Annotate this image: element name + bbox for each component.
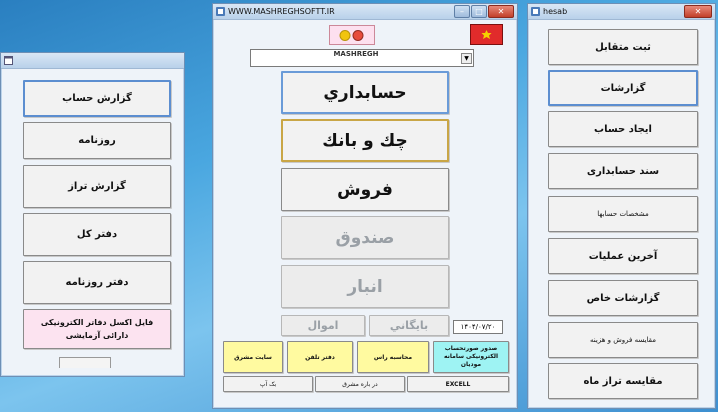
logo-dots	[329, 25, 375, 45]
reports-button[interactable]: گزارشات	[548, 70, 698, 106]
backup-button[interactable]: بک آپ	[223, 376, 313, 392]
flag-button[interactable]	[470, 24, 503, 45]
check-bank-button[interactable]: چك و بانك	[281, 119, 449, 162]
warehouse-button[interactable]: انبار	[281, 265, 449, 308]
monthly-balance-compare-button[interactable]: مقایسه تراز ماه	[548, 363, 698, 399]
mashregh-site-button[interactable]: سایت مشرق	[223, 341, 283, 373]
window-controls: – □ ✕	[454, 5, 514, 18]
right-window-titlebar: hesab ✕	[528, 4, 715, 20]
desktop: { "left_window": { "buttons": ["گزارش حس…	[0, 0, 718, 412]
create-account-button[interactable]: ایجاد حساب	[548, 111, 698, 147]
sales-button[interactable]: فروش	[281, 168, 449, 211]
app-icon	[531, 7, 540, 16]
sales-expense-compare-button[interactable]: مقایسه فروش و هزینه	[548, 322, 698, 358]
journal-button[interactable]: روزنامه	[23, 122, 171, 159]
excel-button[interactable]: EXCELL	[407, 376, 509, 392]
main-window-titlebar: WWW.MASHREGHSOFTT.IR – □ ✕	[213, 4, 517, 20]
date-field[interactable]: ۱۴۰۴/۰۷/۲۰	[453, 320, 503, 334]
einvoice-button[interactable]: صدور صورتحساب الکترونیکی سامانه مودیان	[433, 341, 509, 373]
archive-button[interactable]: بايگاني	[369, 315, 449, 336]
due-date-calc-button[interactable]: محاسبه راس	[357, 341, 429, 373]
special-reports-button[interactable]: گزارشات خاص	[548, 280, 698, 316]
left-window-stub	[59, 357, 111, 368]
right-window: hesab ✕ ثبت متقابل گزارشات ایجاد حساب سن…	[527, 3, 716, 409]
close-button[interactable]: ✕	[684, 5, 712, 18]
general-ledger-button[interactable]: دفتر کل	[23, 213, 171, 256]
assets-button[interactable]: اموال	[281, 315, 365, 336]
company-select[interactable]: MASHREGH ▼	[250, 49, 474, 67]
chevron-down-icon[interactable]: ▼	[461, 53, 472, 64]
about-button[interactable]: در باره مشرق	[315, 376, 405, 392]
left-window-titlebar	[1, 53, 184, 69]
close-button[interactable]: ✕	[488, 5, 514, 18]
account-details-button[interactable]: مشخصات حسابها	[548, 196, 698, 232]
window-controls: ✕	[684, 5, 712, 18]
excel-ledger-button[interactable]: فایل اکسل دفاتر الکترونیکی دارائی آزمایش…	[23, 309, 171, 349]
app-icon	[216, 7, 225, 16]
main-window: WWW.MASHREGHSOFTT.IR – □ ✕ MASHREGH ▼ حس…	[212, 3, 518, 409]
right-window-title: hesab	[543, 7, 568, 16]
company-select-value: MASHREGH	[333, 50, 379, 58]
daily-journal-button[interactable]: دفتر روزنامه	[23, 261, 171, 304]
cashbox-button[interactable]: صندوق	[281, 216, 449, 259]
minimize-button[interactable]: –	[454, 5, 470, 18]
accounting-voucher-button[interactable]: سند حسابداری	[548, 153, 698, 189]
left-window: گزارش حساب روزنامه گزارش تراز دفتر کل دف…	[0, 52, 185, 377]
recent-operations-button[interactable]: آخرین عملیات	[548, 238, 698, 274]
account-report-button[interactable]: گزارش حساب	[23, 80, 171, 117]
main-window-title: WWW.MASHREGHSOFTT.IR	[228, 7, 335, 16]
balance-report-button[interactable]: گزارش تراز	[23, 165, 171, 208]
reciprocal-entry-button[interactable]: ثبت متقابل	[548, 29, 698, 65]
phonebook-button[interactable]: دفتر تلفن	[287, 341, 353, 373]
maximize-button[interactable]: □	[471, 5, 487, 18]
accounting-button[interactable]: حسابداري	[281, 71, 449, 114]
form-icon	[4, 56, 13, 65]
